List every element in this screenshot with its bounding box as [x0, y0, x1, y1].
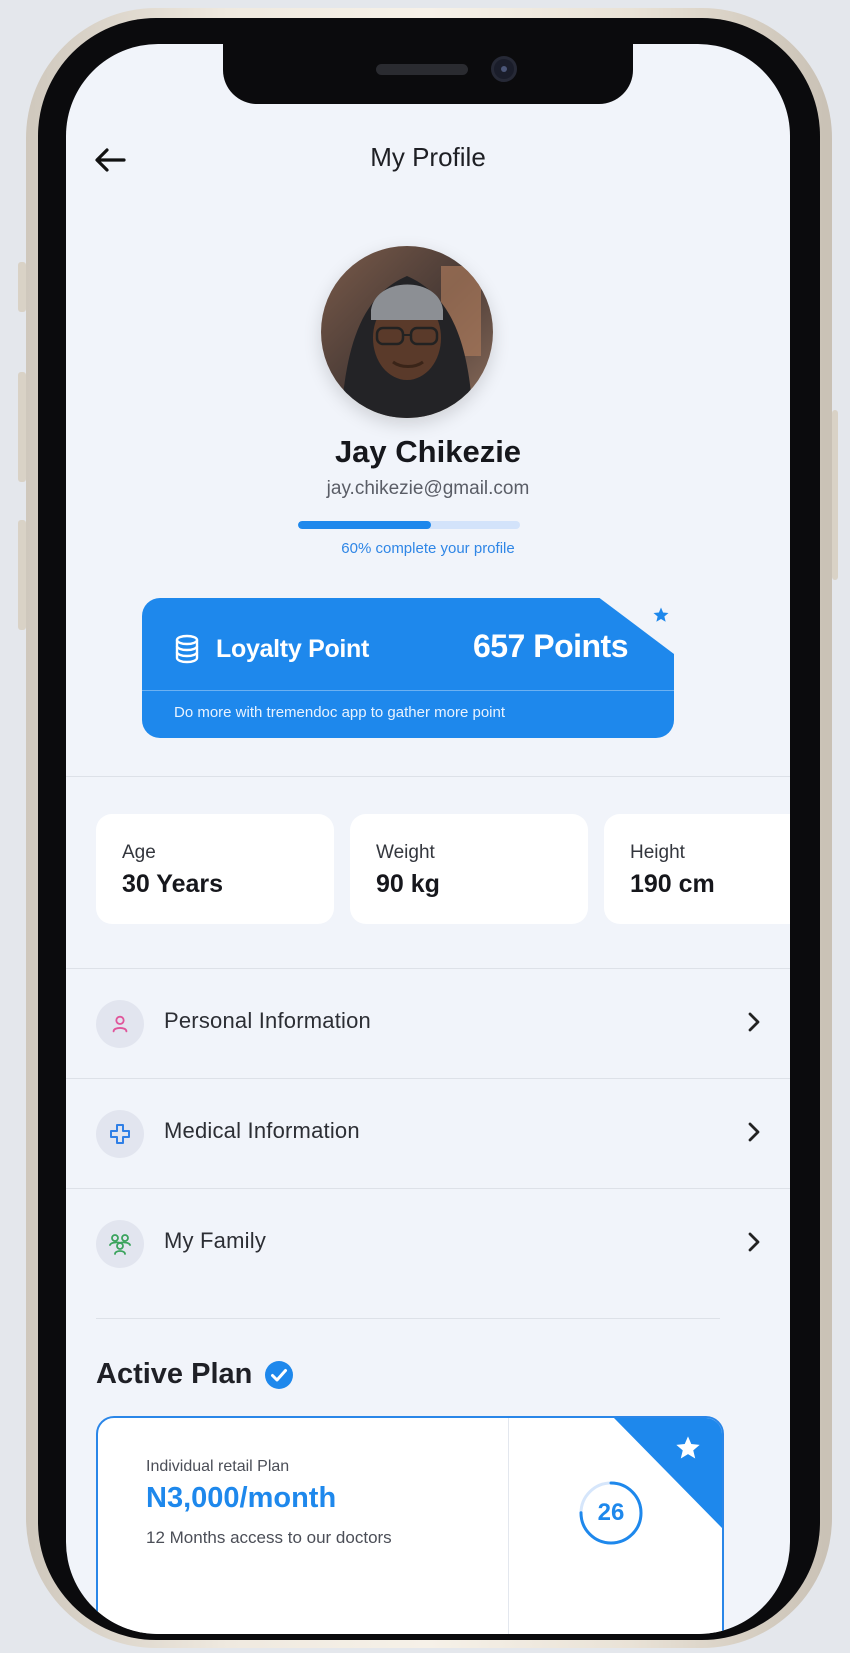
chevron-right-icon	[748, 1232, 760, 1252]
profile-progress-bar	[298, 521, 520, 529]
stat-value: 190 cm	[630, 870, 715, 898]
volume-down-button	[18, 520, 26, 630]
database-icon	[175, 634, 199, 664]
medical-cross-icon	[96, 1110, 144, 1158]
active-plan-card[interactable]: Individual retail Plan N3,000/month 12 M…	[96, 1416, 724, 1634]
notch	[223, 44, 633, 104]
plan-card-divider	[508, 1418, 509, 1634]
stat-card-weight: Weight 90 kg	[350, 814, 588, 924]
divider	[66, 776, 790, 777]
family-icon	[96, 1220, 144, 1268]
stat-label: Height	[630, 842, 685, 863]
menu-item-label: Medical Information	[164, 1118, 360, 1143]
menu-item-medical-information[interactable]: Medical Information	[66, 1078, 790, 1188]
loyalty-point-heading: Loyalty Point	[174, 634, 369, 664]
loyalty-description: Do more with tremendoc app to gather mor…	[174, 704, 506, 721]
loyalty-point-card[interactable]: Loyalty Point 657 Points Do more with tr…	[142, 598, 674, 738]
star-badge-icon	[676, 1436, 700, 1459]
user-email: jay.chikezie@gmail.com	[326, 478, 530, 499]
chevron-right-icon	[748, 1012, 760, 1032]
menu-item-personal-information[interactable]: Personal Information	[66, 968, 790, 1078]
plan-type: Individual retail Plan	[146, 1458, 290, 1475]
menu-item-label: Personal Information	[164, 1008, 371, 1033]
menu-item-label: My Family	[164, 1228, 267, 1253]
menu-item-my-family[interactable]: My Family	[66, 1188, 790, 1298]
stat-label: Weight	[376, 842, 435, 863]
profile-progress-fill	[298, 521, 432, 529]
star-badge-icon	[652, 606, 670, 629]
divider	[96, 1318, 720, 1319]
active-plan-heading: Active Plan	[96, 1358, 294, 1391]
verified-check-icon	[265, 1360, 294, 1389]
loyalty-points-value: 657 Points	[472, 628, 629, 664]
plan-price: N3,000/month	[146, 1482, 337, 1514]
chevron-right-icon	[748, 1122, 760, 1142]
stat-value: 90 kg	[376, 870, 440, 898]
avatar[interactable]	[321, 246, 493, 418]
plan-description: 12 Months access to our doctors	[146, 1528, 392, 1547]
person-icon	[96, 1000, 144, 1048]
active-plan-title: Active Plan	[96, 1358, 253, 1390]
stat-label: Age	[122, 842, 156, 863]
loyalty-divider	[142, 690, 674, 691]
profile-progress-label[interactable]: 60% complete your profile	[66, 540, 790, 557]
stat-card-age: Age 30 Years	[96, 814, 334, 924]
speaker-grill	[376, 64, 468, 75]
front-camera	[491, 56, 517, 82]
stat-card-height: Height 190 cm	[604, 814, 790, 924]
power-button	[832, 410, 838, 580]
page-title: My Profile	[370, 142, 486, 172]
mute-switch	[18, 262, 26, 312]
user-name: Jay Chikezie	[334, 434, 522, 469]
plan-days-remaining: 26	[597, 1499, 625, 1526]
volume-up-button	[18, 372, 26, 482]
loyalty-point-title: Loyalty Point	[216, 634, 370, 663]
stat-value: 30 Years	[122, 870, 224, 898]
screen: My Profile Jay Chikezie jay.chikezie@gma…	[66, 44, 790, 1634]
